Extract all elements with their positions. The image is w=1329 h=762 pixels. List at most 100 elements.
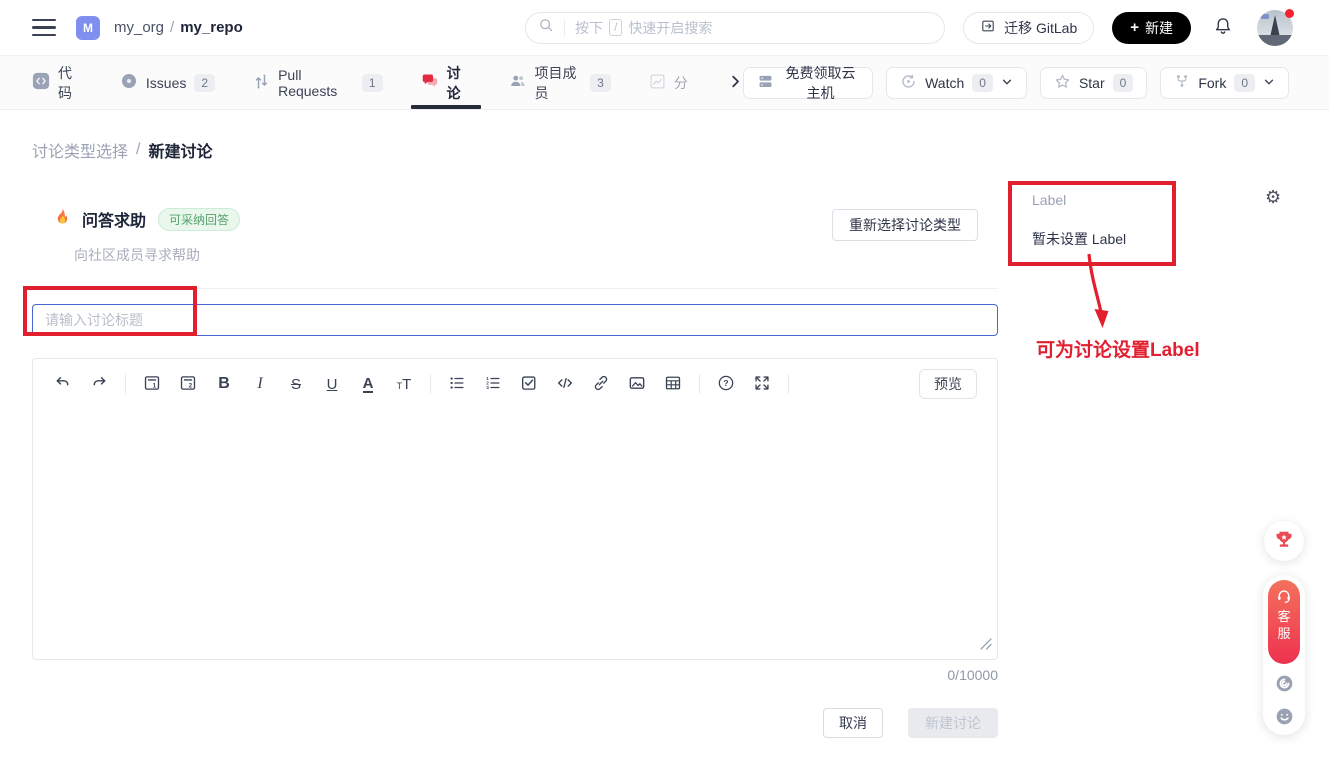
redo-button[interactable] <box>84 370 114 398</box>
org-avatar[interactable]: M <box>76 16 100 40</box>
italic-button[interactable]: I <box>245 370 275 398</box>
notifications-bell-button[interactable] <box>1213 16 1233 39</box>
tab-issues[interactable]: Issues 2 <box>120 56 215 109</box>
undo-icon <box>54 374 72 395</box>
free-cloud-host-button[interactable]: 免费领取云主机 <box>743 67 873 99</box>
strikethrough-icon: S <box>291 376 301 393</box>
image-button[interactable] <box>622 370 652 398</box>
tab-analytics-partial[interactable]: 分 <box>649 56 688 109</box>
repo-link[interactable]: my_repo <box>180 19 243 36</box>
export-icon <box>980 18 996 37</box>
heading-2-icon: 2 <box>179 374 197 395</box>
heading-1-icon: 1 <box>143 374 161 395</box>
heading-2-button[interactable]: 2 <box>173 370 203 398</box>
discussion-type-row: 问答求助 可采纳回答 向社区成员寻求帮助 重新选择讨论类型 <box>32 197 998 265</box>
star-icon <box>1054 73 1071 93</box>
bulleted-list-icon <box>448 374 466 395</box>
fire-icon <box>53 207 72 231</box>
cancel-button[interactable]: 取消 <box>823 708 883 738</box>
new-discussion-form: 问答求助 可采纳回答 向社区成员寻求帮助 重新选择讨论类型 1 2 B I S … <box>32 197 998 738</box>
toolbar-divider <box>788 374 789 394</box>
task-list-icon <box>520 374 538 395</box>
top-navbar: M my_org / my_repo 按下 / 快速开启搜索 迁移 GitLab… <box>0 0 1329 56</box>
star-count-badge: 0 <box>1113 74 1134 92</box>
hamburger-menu-button[interactable] <box>32 19 56 36</box>
swirl-icon <box>1274 673 1295 697</box>
repo-tabstrip: 代码 Issues 2 Pull Requests 1 讨论 项 <box>0 56 1329 110</box>
font-size-button[interactable]: TT <box>389 370 419 398</box>
create-discussion-button[interactable]: 新建讨论 <box>908 708 998 738</box>
migrate-gitlab-button[interactable]: 迁移 GitLab <box>963 12 1094 44</box>
fullscreen-icon <box>753 374 771 395</box>
table-button[interactable] <box>658 370 688 398</box>
trophy-icon <box>1273 529 1295 554</box>
discussion-sidebar: Label 暂未设置 Label ⚙ <box>1008 181 1298 266</box>
link-button[interactable] <box>586 370 616 398</box>
tab-code[interactable]: 代码 <box>32 56 82 109</box>
heading-1-button[interactable]: 1 <box>137 370 167 398</box>
customer-service-button[interactable]: 客 服 <box>1268 580 1300 664</box>
issues-count-badge: 2 <box>194 74 215 92</box>
tab-pull-requests[interactable]: Pull Requests 1 <box>253 56 383 109</box>
bold-button[interactable]: B <box>209 370 239 398</box>
label-section-title: Label <box>1032 192 1162 208</box>
svg-text:1: 1 <box>153 382 157 389</box>
strikethrough-button[interactable]: S <box>281 370 311 398</box>
undo-button[interactable] <box>48 370 78 398</box>
image-icon <box>628 374 646 395</box>
discussion-type-description: 向社区成员寻求帮助 <box>74 245 240 265</box>
pr-count-badge: 1 <box>362 74 383 92</box>
fork-button[interactable]: Fork 0 <box>1160 67 1289 99</box>
underline-button[interactable]: U <box>317 370 347 398</box>
plus-icon: + <box>1130 19 1139 36</box>
section-divider <box>32 288 998 289</box>
underline-icon: U <box>327 376 338 393</box>
repo-tabs: 代码 Issues 2 Pull Requests 1 讨论 项 <box>32 56 743 109</box>
task-list-button[interactable] <box>514 370 544 398</box>
label-setting-box[interactable]: Label 暂未设置 Label <box>1008 181 1176 266</box>
slash-keycap: / <box>609 19 622 36</box>
toolbar-divider <box>699 374 700 394</box>
gear-icon: ⚙ <box>1265 187 1281 207</box>
annotation-note-text: 可为讨论设置Label <box>1036 335 1200 362</box>
help-button[interactable]: ? <box>711 370 741 398</box>
preview-button[interactable]: 预览 <box>919 369 977 399</box>
font-color-button[interactable]: A <box>353 370 383 398</box>
breadcrumb-separator: / <box>136 141 140 159</box>
server-icon <box>757 73 774 93</box>
tab-discussions[interactable]: 讨论 <box>421 56 471 109</box>
feedback-smiley-button[interactable] <box>1274 706 1295 730</box>
global-search-input[interactable]: 按下 / 快速开启搜索 <box>525 12 945 44</box>
svg-text:2: 2 <box>189 382 193 389</box>
user-avatar[interactable] <box>1257 10 1293 46</box>
floating-widget-stack: 客 服 <box>1263 575 1305 735</box>
path-separator: / <box>170 19 174 36</box>
bulleted-list-button[interactable] <box>442 370 472 398</box>
breadcrumb-parent-link[interactable]: 讨论类型选择 <box>32 138 128 162</box>
repo-breadcrumb: my_org / my_repo <box>114 19 243 36</box>
code-button[interactable] <box>550 370 580 398</box>
discussion-title-input[interactable] <box>32 304 998 336</box>
editor-toolbar: 1 2 B I S U A TT 123 ? 预览 <box>33 359 997 409</box>
trophy-floating-button[interactable] <box>1264 521 1304 561</box>
label-settings-gear-button[interactable]: ⚙ <box>1265 188 1281 206</box>
tabs-overflow-chevron[interactable] <box>728 74 743 92</box>
fork-icon <box>1174 73 1190 92</box>
table-icon <box>664 374 682 395</box>
community-swirl-button[interactable] <box>1274 673 1295 697</box>
fullscreen-button[interactable] <box>747 370 777 398</box>
tab-members[interactable]: 项目成员 3 <box>509 56 611 109</box>
fork-count-badge: 0 <box>1234 74 1255 92</box>
numbered-list-button[interactable]: 123 <box>478 370 508 398</box>
star-button[interactable]: Star 0 <box>1040 67 1147 99</box>
new-button[interactable]: + 新建 <box>1112 12 1191 44</box>
org-link[interactable]: my_org <box>114 19 164 36</box>
watch-button[interactable]: Watch 0 <box>886 67 1027 99</box>
code-icon <box>32 72 50 93</box>
reselect-type-button[interactable]: 重新选择讨论类型 <box>832 209 978 241</box>
watch-icon <box>900 73 917 93</box>
editor-content-area[interactable] <box>33 409 997 659</box>
watch-count-badge: 0 <box>972 74 993 92</box>
resize-handle[interactable] <box>980 637 992 655</box>
label-empty-text: 暂未设置 Label <box>1032 229 1162 249</box>
